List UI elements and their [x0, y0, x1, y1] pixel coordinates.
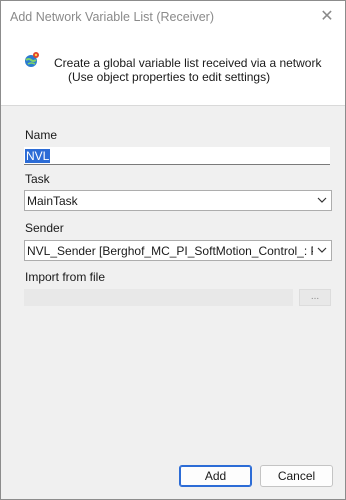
name-label: Name — [25, 128, 58, 142]
window-title: Add Network Variable List (Receiver) — [10, 10, 215, 24]
header-description: Create a global variable list received v… — [54, 56, 322, 70]
add-button[interactable]: Add — [179, 465, 252, 487]
import-label: Import from file — [25, 270, 106, 284]
task-select-value: MainTask — [27, 194, 78, 208]
task-select[interactable]: MainTask — [24, 190, 332, 211]
chevron-down-icon — [317, 197, 327, 203]
chevron-down-icon — [317, 247, 327, 253]
add-nvl-dialog: Add Network Variable List (Receiver) ✕ C… — [0, 0, 346, 500]
import-file-input — [24, 289, 293, 306]
name-input-value: NVL — [25, 149, 51, 163]
network-globe-icon — [25, 52, 39, 67]
sender-select-value: NVL_Sender [Berghof_MC_PI_SoftMotion_Con… — [27, 244, 313, 258]
dialog-header: Create a global variable list received v… — [1, 33, 345, 106]
task-label: Task — [25, 172, 50, 186]
cancel-button[interactable]: Cancel — [260, 465, 333, 487]
close-icon[interactable]: ✕ — [315, 5, 339, 29]
sender-select[interactable]: NVL_Sender [Berghof_MC_PI_SoftMotion_Con… — [24, 240, 332, 261]
header-hint: (Use object properties to edit settings) — [68, 70, 271, 84]
sender-label: Sender — [25, 221, 64, 235]
title-bar: Add Network Variable List (Receiver) ✕ — [1, 1, 345, 33]
browse-button: ... — [299, 289, 331, 306]
name-input[interactable]: NVL — [24, 147, 330, 165]
